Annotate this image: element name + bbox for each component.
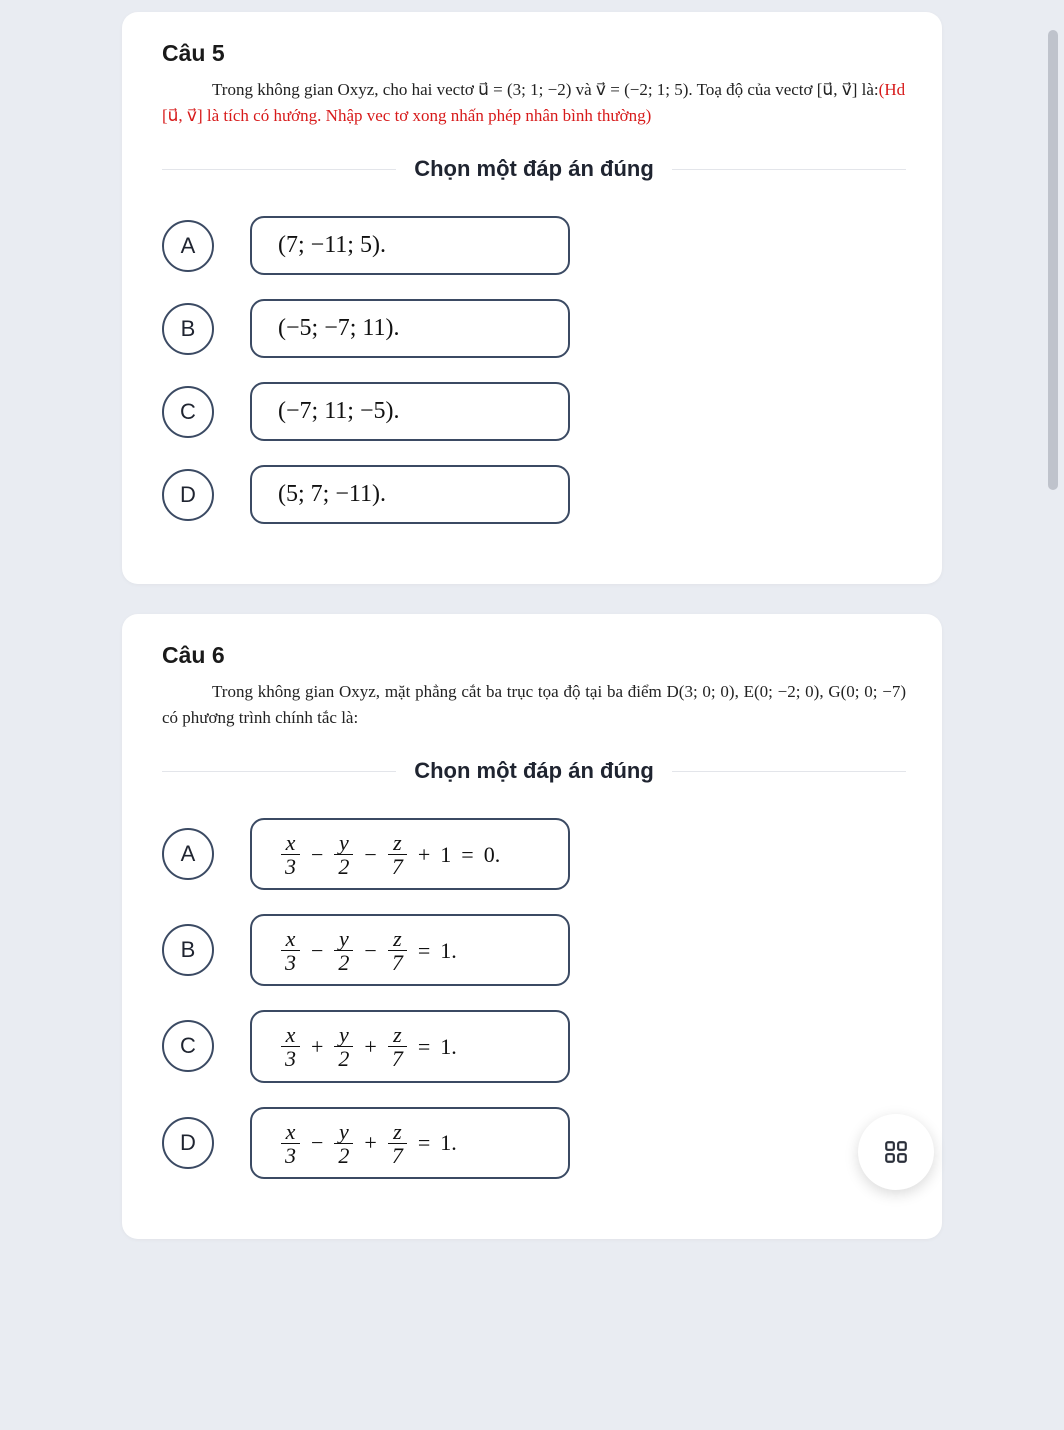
option-letter[interactable]: A xyxy=(162,828,214,880)
option-row-b[interactable]: B (−5; −7; 11). xyxy=(162,299,906,358)
option-row-a[interactable]: A (7; −11; 5). xyxy=(162,216,906,275)
question-card-5: Câu 5 Trong không gian Oxyz, cho hai vec… xyxy=(122,12,942,584)
option-letter[interactable]: C xyxy=(162,1020,214,1072)
option-row-c[interactable]: C x3+y2+z7=1. xyxy=(162,1010,906,1082)
prompt-divider: Chọn một đáp án đúng xyxy=(162,758,906,784)
option-content[interactable]: x3−y2−z7=1. xyxy=(250,914,570,986)
scrollbar-track[interactable] xyxy=(1046,0,1060,1430)
option-letter[interactable]: D xyxy=(162,469,214,521)
option-letter[interactable]: B xyxy=(162,924,214,976)
question-text: Trong không gian Oxyz, cho hai vectơ u⃗ … xyxy=(212,80,879,99)
option-letter[interactable]: C xyxy=(162,386,214,438)
option-letter[interactable]: A xyxy=(162,220,214,272)
option-row-c[interactable]: C (−7; 11; −5). xyxy=(162,382,906,441)
option-letter[interactable]: D xyxy=(162,1117,214,1169)
option-row-b[interactable]: B x3−y2−z7=1. xyxy=(162,914,906,986)
prompt-text: Chọn một đáp án đúng xyxy=(396,156,672,182)
divider-line xyxy=(162,169,396,170)
option-content[interactable]: x3−y2+z7=1. xyxy=(250,1107,570,1179)
question-body: Trong không gian Oxyz, mặt phẳng cắt ba … xyxy=(162,679,906,730)
divider-line xyxy=(672,771,906,772)
question-body: Trong không gian Oxyz, cho hai vectơ u⃗ … xyxy=(162,77,906,128)
divider-line xyxy=(162,771,396,772)
option-content[interactable]: (−7; 11; −5). xyxy=(250,382,570,441)
option-content[interactable]: (5; 7; −11). xyxy=(250,465,570,524)
option-content[interactable]: x3+y2+z7=1. xyxy=(250,1010,570,1082)
question-text: Trong không gian Oxyz, mặt phẳng cắt ba … xyxy=(162,682,906,727)
option-row-a[interactable]: A x3−y2−z7+1=0. xyxy=(162,818,906,890)
divider-line xyxy=(672,169,906,170)
question-card-6: Câu 6 Trong không gian Oxyz, mặt phẳng c… xyxy=(122,614,942,1239)
grid-fab-button[interactable] xyxy=(858,1114,934,1190)
option-content[interactable]: (7; −11; 5). xyxy=(250,216,570,275)
prompt-divider: Chọn một đáp án đúng xyxy=(162,156,906,182)
grid-icon xyxy=(883,1139,909,1165)
option-row-d[interactable]: D x3−y2+z7=1. xyxy=(162,1107,906,1179)
question-number: Câu 6 xyxy=(162,642,906,669)
prompt-text: Chọn một đáp án đúng xyxy=(396,758,672,784)
option-content[interactable]: (−5; −7; 11). xyxy=(250,299,570,358)
question-number: Câu 5 xyxy=(162,40,906,67)
option-row-d[interactable]: D (5; 7; −11). xyxy=(162,465,906,524)
option-letter[interactable]: B xyxy=(162,303,214,355)
scrollbar-thumb[interactable] xyxy=(1048,30,1058,490)
option-content[interactable]: x3−y2−z7+1=0. xyxy=(250,818,570,890)
